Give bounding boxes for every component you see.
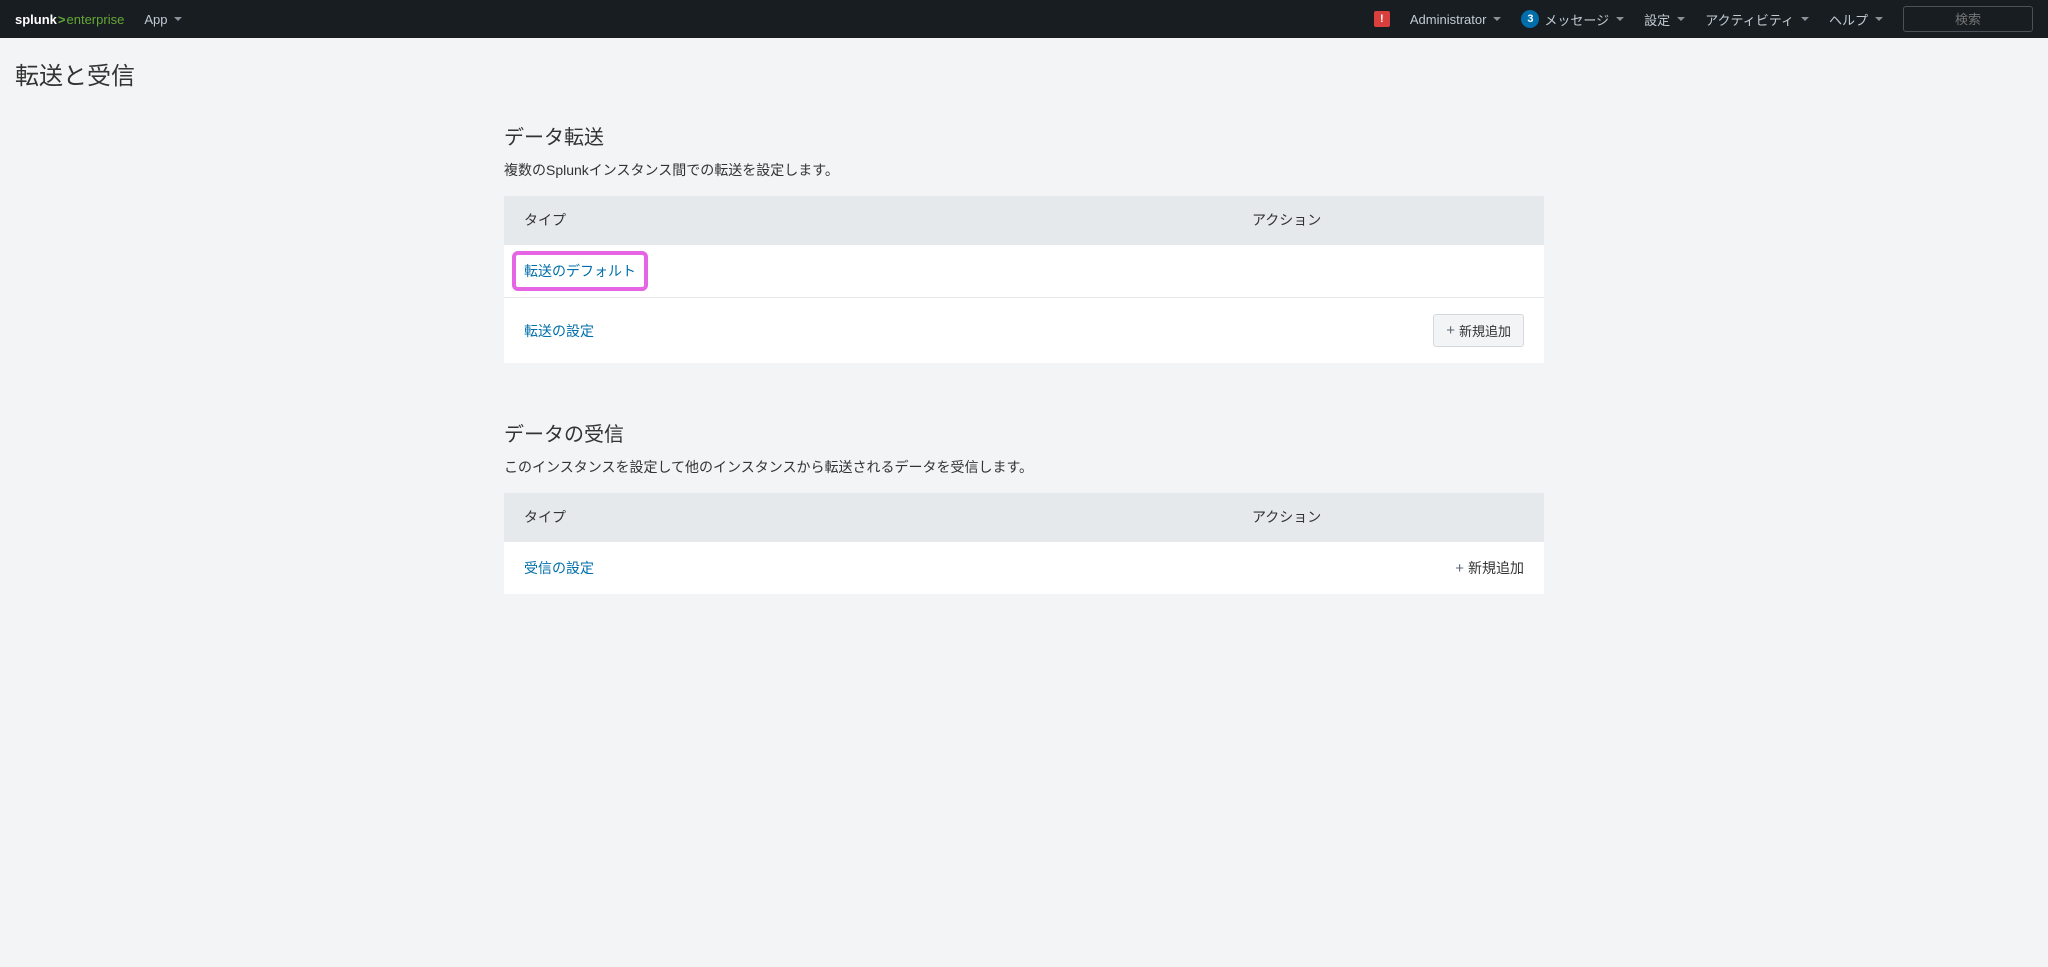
forwarding-settings-link[interactable]: 転送の設定 <box>524 323 594 339</box>
header-type: タイプ <box>504 196 1232 245</box>
search-input[interactable] <box>1903 6 2033 32</box>
table-header-row: タイプ アクション <box>504 493 1544 542</box>
caret-down-icon <box>1616 17 1624 21</box>
section-data-receiving: データの受信 このインスタンスを設定して他のインスタンスから転送されるデータを受… <box>504 418 1544 594</box>
caret-down-icon <box>1875 17 1883 21</box>
content: データ転送 複数のSplunkインスタンス間での転送を設定します。 タイプ アク… <box>489 121 1559 594</box>
add-new-label: 新規追加 <box>1459 321 1511 340</box>
logo[interactable]: splunk > enterprise <box>15 12 124 27</box>
logo-splunk-text: splunk <box>15 12 57 27</box>
receiving-settings-link[interactable]: 受信の設定 <box>524 560 594 576</box>
messages-menu[interactable]: 3 メッセージ <box>1521 10 1624 29</box>
help-menu-label: ヘルプ <box>1829 10 1868 29</box>
topbar: splunk > enterprise App ! Administrator … <box>0 0 2048 38</box>
forwarding-table: タイプ アクション 転送のデフォルト 転送の設定 + 新規追加 <box>504 196 1544 363</box>
table-row: 転送のデフォルト <box>504 245 1544 298</box>
caret-down-icon <box>1677 17 1685 21</box>
highlight-annotation: 転送のデフォルト <box>512 251 648 291</box>
table-row: 転送の設定 + 新規追加 <box>504 298 1544 364</box>
section-data-forwarding: データ転送 複数のSplunkインスタンス間での転送を設定します。 タイプ アク… <box>504 121 1544 363</box>
topbar-left: App <box>144 12 182 27</box>
plus-icon: + <box>1455 560 1464 577</box>
caret-down-icon <box>1493 17 1501 21</box>
activity-menu-label: アクティビティ <box>1705 10 1794 29</box>
admin-menu[interactable]: Administrator <box>1410 12 1502 27</box>
settings-menu[interactable]: 設定 <box>1644 10 1685 29</box>
warning-icon[interactable]: ! <box>1374 11 1390 27</box>
header-type: タイプ <box>504 493 1232 542</box>
section-title: データ転送 <box>504 121 1544 150</box>
caret-down-icon <box>174 17 182 21</box>
section-title: データの受信 <box>504 418 1544 447</box>
receiving-table: タイプ アクション 受信の設定 + 新規追加 <box>504 493 1544 594</box>
activity-menu[interactable]: アクティビティ <box>1705 10 1809 29</box>
admin-menu-label: Administrator <box>1410 12 1487 27</box>
messages-badge: 3 <box>1521 10 1539 28</box>
settings-menu-label: 設定 <box>1644 10 1670 29</box>
page-header: 転送と受信 <box>0 38 2048 101</box>
caret-down-icon <box>1801 17 1809 21</box>
section-description: 複数のSplunkインスタンス間での転送を設定します。 <box>504 160 1544 180</box>
header-action: アクション <box>1232 493 1544 542</box>
topbar-right: ! Administrator 3 メッセージ 設定 アクティビティ ヘルプ <box>1374 6 2033 32</box>
add-new-button[interactable]: + 新規追加 <box>1433 314 1524 347</box>
logo-gt-text: > <box>58 12 66 27</box>
page-title: 転送と受信 <box>15 56 2033 91</box>
plus-icon: + <box>1446 322 1455 339</box>
add-new-label: 新規追加 <box>1468 558 1524 578</box>
add-new-button[interactable]: + 新規追加 <box>1455 558 1524 578</box>
forwarding-defaults-link[interactable]: 転送のデフォルト <box>524 263 636 279</box>
logo-enterprise-text: enterprise <box>67 12 125 27</box>
table-row: 受信の設定 + 新規追加 <box>504 542 1544 595</box>
section-description: このインスタンスを設定して他のインスタンスから転送されるデータを受信します。 <box>504 457 1544 477</box>
app-menu[interactable]: App <box>144 12 182 27</box>
app-menu-label: App <box>144 12 167 27</box>
table-header-row: タイプ アクション <box>504 196 1544 245</box>
messages-menu-label: メッセージ <box>1544 10 1609 29</box>
help-menu[interactable]: ヘルプ <box>1829 10 1883 29</box>
header-action: アクション <box>1232 196 1544 245</box>
